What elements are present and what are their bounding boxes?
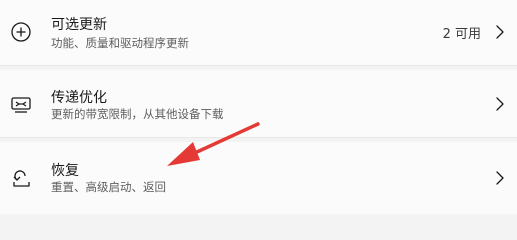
chevron-right-icon bbox=[495, 24, 505, 40]
optional-updates-row[interactable]: 可选更新 功能、质量和驱动程序更新 2 可用 bbox=[0, 0, 517, 66]
optional-updates-subtitle: 功能、质量和驱动程序更新 bbox=[51, 36, 189, 50]
delivery-optimization-icon bbox=[10, 93, 32, 115]
delivery-optimization-title: 传递优化 bbox=[51, 90, 107, 106]
available-count: 2 可用 bbox=[442, 27, 481, 42]
plus-circle-icon bbox=[10, 21, 32, 43]
recovery-title: 恢复 bbox=[51, 163, 79, 179]
recovery-row[interactable]: 恢复 重置、高级启动、返回 bbox=[0, 142, 517, 214]
optional-updates-title: 可选更新 bbox=[51, 17, 107, 33]
chevron-right-icon bbox=[495, 96, 505, 112]
recovery-subtitle: 重置、高级启动、返回 bbox=[51, 180, 166, 194]
recovery-icon bbox=[10, 167, 32, 189]
delivery-optimization-row[interactable]: 传递优化 更新的带宽限制，从其他设备下载 bbox=[0, 70, 517, 138]
delivery-optimization-subtitle: 更新的带宽限制，从其他设备下载 bbox=[51, 107, 224, 121]
chevron-right-icon bbox=[495, 170, 505, 186]
settings-list: 可选更新 功能、质量和驱动程序更新 2 可用 传递优化 更新的带宽限制，从其他设… bbox=[0, 0, 517, 214]
